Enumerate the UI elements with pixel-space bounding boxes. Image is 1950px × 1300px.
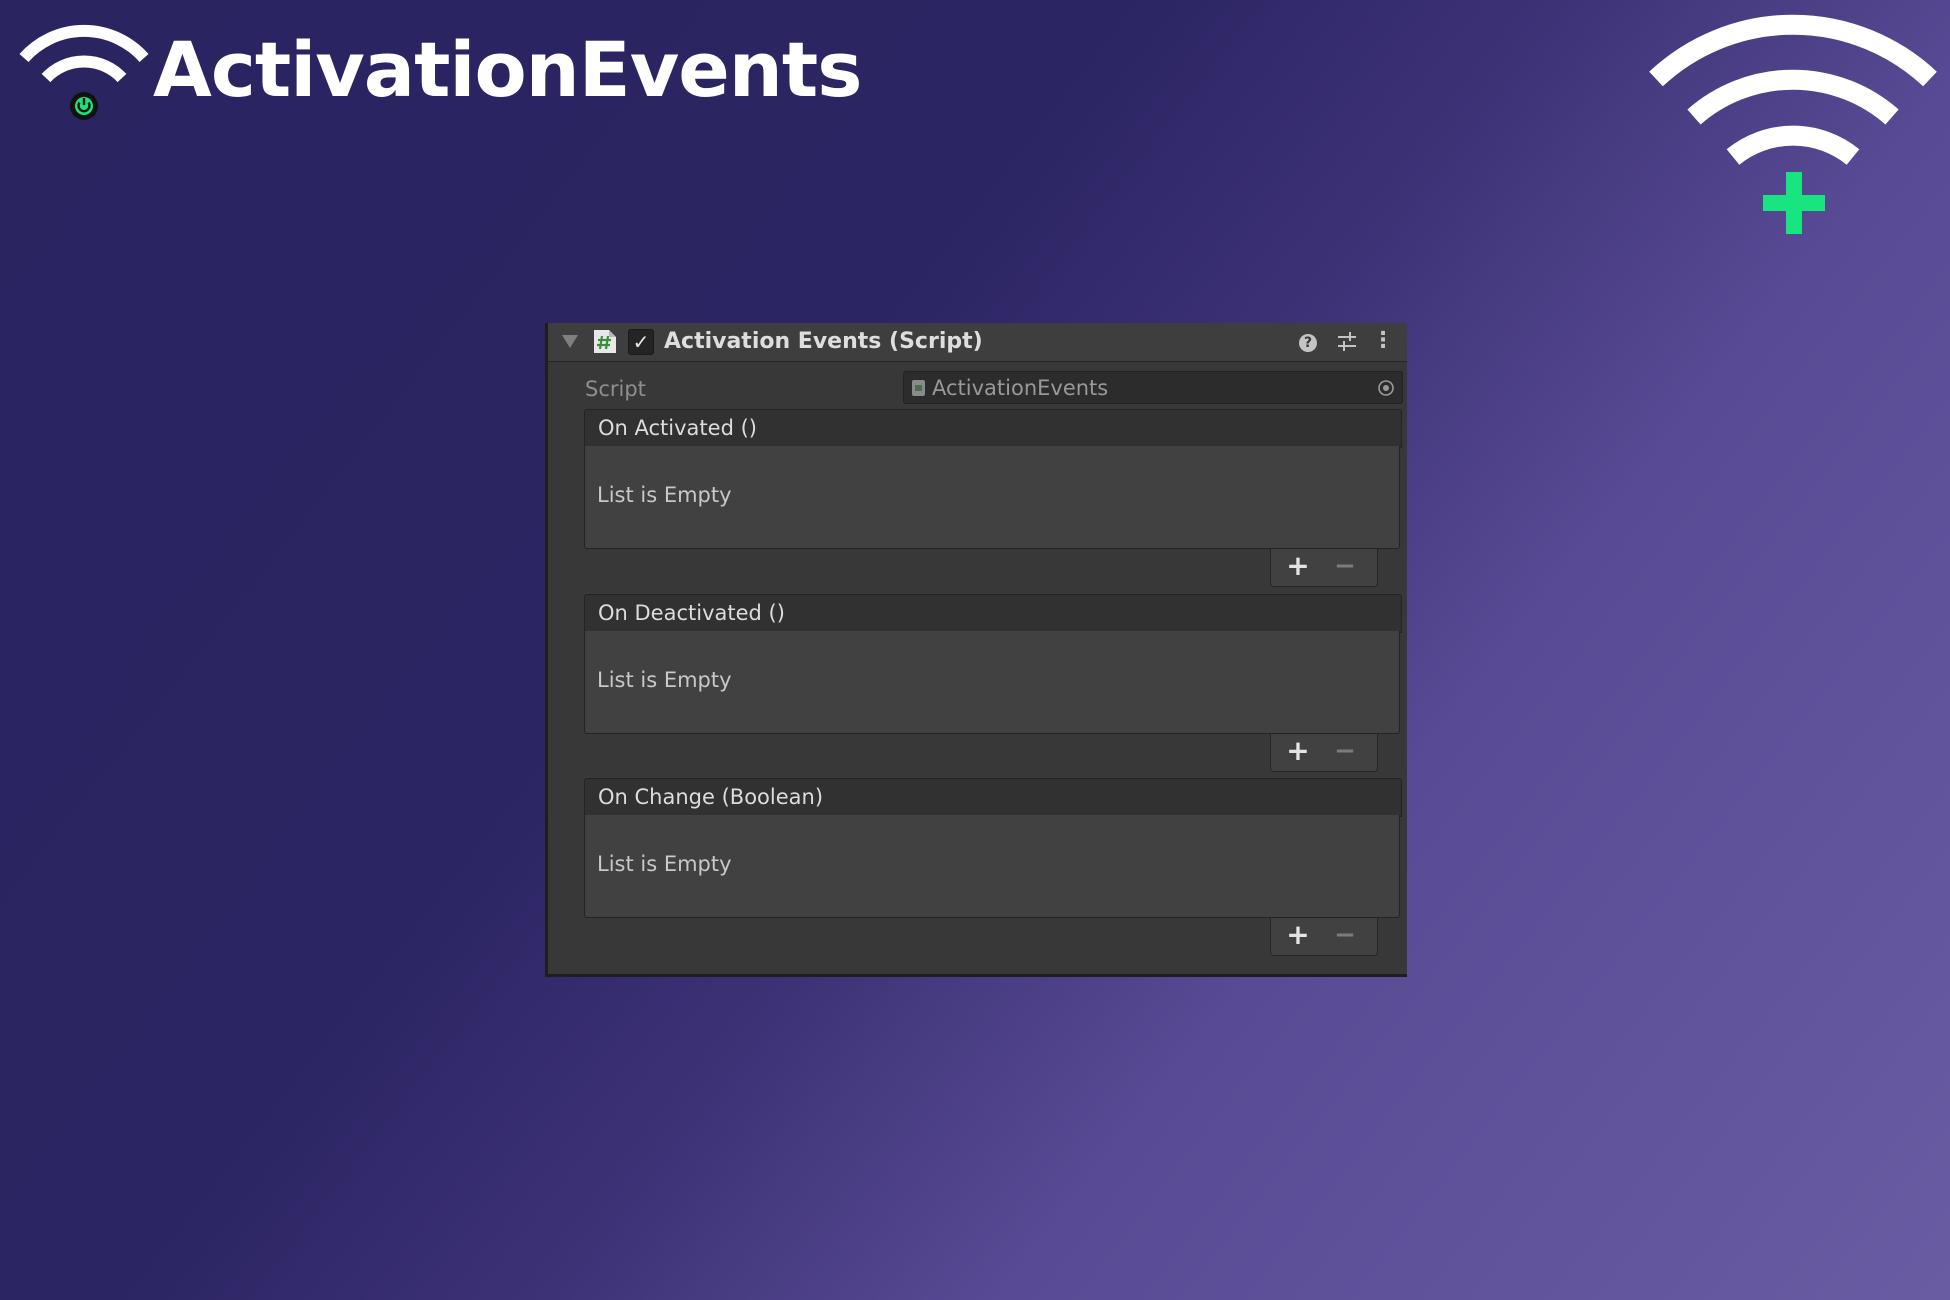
script-object-field[interactable]: ActivationEvents <box>903 371 1403 404</box>
event-list-body: List is Empty <box>584 815 1400 918</box>
event-title: On Deactivated () <box>598 601 785 625</box>
help-icon[interactable]: ? <box>1295 329 1321 355</box>
event-header: On Change (Boolean) <box>584 778 1402 817</box>
script-file-icon <box>912 380 925 396</box>
add-listener-button[interactable]: + <box>1278 549 1318 583</box>
app-title: ActivationEvents <box>153 25 862 114</box>
wifi-plus-icon <box>1649 14 1937 234</box>
csharp-script-icon <box>594 330 616 353</box>
event-on-change: On Change (Boolean) List is Empty + − <box>584 778 1402 956</box>
component-title: Activation Events (Script) <box>664 329 983 354</box>
empty-list-label: List is Empty <box>597 483 732 507</box>
presets-icon[interactable] <box>1334 329 1360 355</box>
fold-arrow-icon[interactable] <box>562 335 578 348</box>
wifi-power-icon <box>19 24 149 120</box>
remove-listener-button[interactable]: − <box>1325 549 1365 583</box>
add-listener-button[interactable]: + <box>1278 734 1318 768</box>
empty-list-label: List is Empty <box>597 668 732 692</box>
event-title: On Activated () <box>598 416 757 440</box>
event-header: On Activated () <box>584 409 1402 448</box>
script-field-label: Script <box>585 377 646 401</box>
list-footer: + − <box>1270 734 1378 772</box>
kebab-menu-icon[interactable]: ⋮ <box>1370 329 1396 355</box>
checkmark-icon[interactable]: ✓ <box>628 329 654 355</box>
remove-listener-button[interactable]: − <box>1325 918 1365 952</box>
event-on-deactivated: On Deactivated () List is Empty + − <box>584 594 1402 772</box>
event-header: On Deactivated () <box>584 594 1402 633</box>
empty-list-label: List is Empty <box>597 852 732 876</box>
remove-listener-button[interactable]: − <box>1325 734 1365 768</box>
list-footer: + − <box>1270 918 1378 956</box>
component-header[interactable]: ✓ Activation Events (Script) ? ⋮ <box>548 323 1407 362</box>
script-object-value: ActivationEvents <box>932 376 1109 400</box>
add-listener-button[interactable]: + <box>1278 918 1318 952</box>
event-list-body: List is Empty <box>584 631 1400 734</box>
inspector-component: ✓ Activation Events (Script) ? ⋮ Script … <box>545 323 1407 977</box>
list-footer: + − <box>1270 549 1378 587</box>
event-list-body: List is Empty <box>584 446 1400 549</box>
event-title: On Change (Boolean) <box>598 785 824 809</box>
event-on-activated: On Activated () List is Empty + − <box>584 409 1402 587</box>
object-picker-icon[interactable] <box>1377 379 1395 397</box>
